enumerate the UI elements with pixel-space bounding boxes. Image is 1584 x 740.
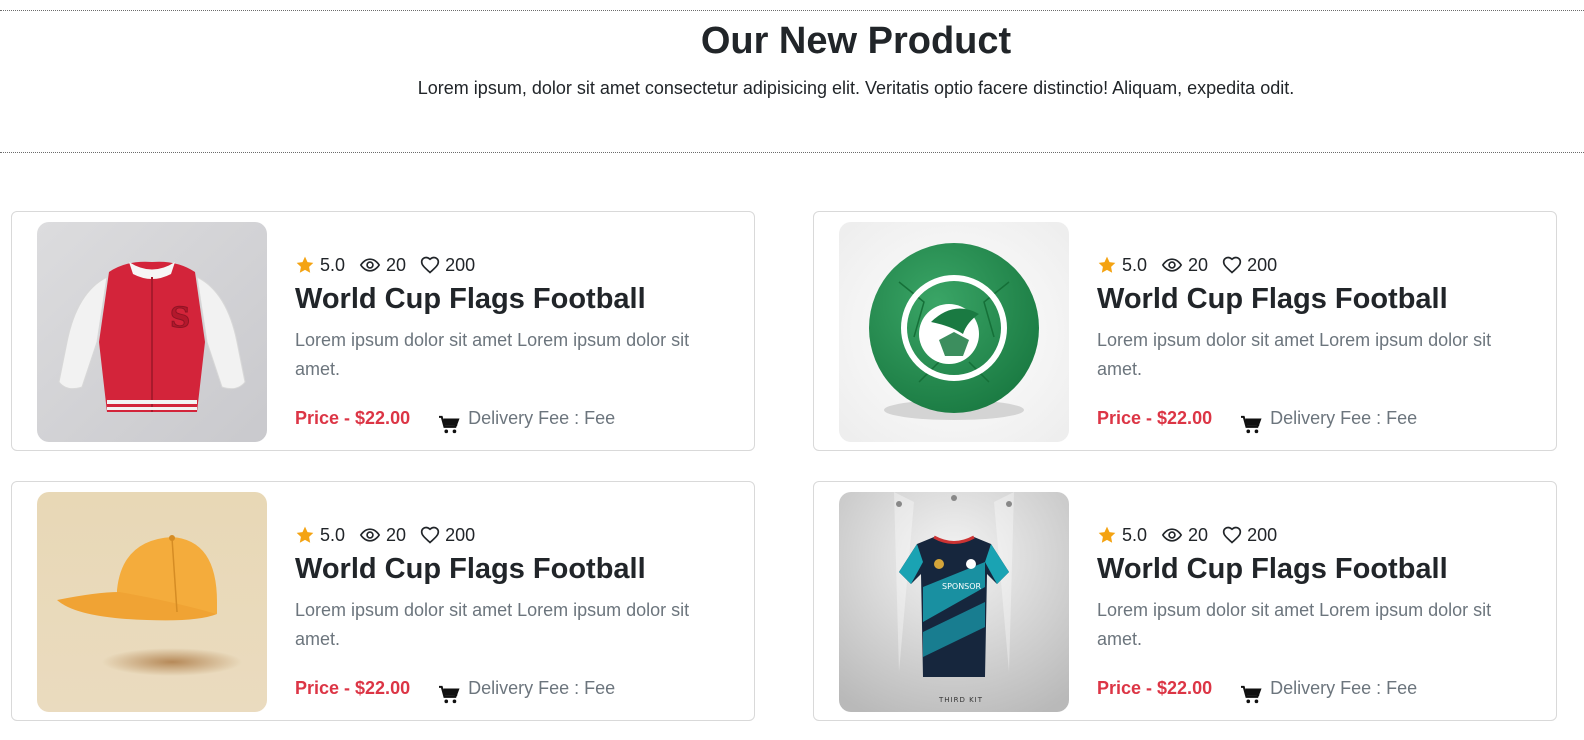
star-icon	[1098, 256, 1116, 273]
svg-text:SPONSOR: SPONSOR	[942, 582, 982, 591]
likes-stat[interactable]: 200	[420, 255, 475, 276]
eye-icon	[359, 528, 381, 542]
product-title[interactable]: World Cup Flags Football	[295, 551, 735, 587]
cart-icon[interactable]	[1240, 415, 1262, 435]
views-stat: 20	[359, 525, 406, 546]
product-title[interactable]: World Cup Flags Football	[1097, 551, 1537, 587]
views-stat: 20	[1161, 255, 1208, 276]
product-image-cap[interactable]	[37, 492, 267, 712]
price-row: Price - $22.00 Delivery Fee : Fee	[1097, 401, 1537, 435]
rating-value: 5.0	[1122, 254, 1148, 275]
product-content: 5.0 20 200 World Cup Flags Football Lore…	[295, 251, 735, 435]
product-card[interactable]: S 5.0 20 200 World Cup Flags Football Lo	[11, 211, 755, 451]
delivery-fee: Delivery Fee : Fee	[468, 407, 616, 428]
eye-icon	[1161, 258, 1183, 272]
product-title[interactable]: World Cup Flags Football	[295, 281, 735, 317]
views-stat: 20	[1161, 525, 1208, 546]
product-title[interactable]: World Cup Flags Football	[1097, 281, 1537, 317]
product-stats: 5.0 20 200	[1097, 251, 1537, 279]
product-stats: 5.0 20 200	[295, 521, 735, 549]
likes-value: 200	[1247, 254, 1278, 275]
delivery-fee: Delivery Fee : Fee	[1270, 677, 1418, 698]
likes-stat[interactable]: 200	[420, 525, 475, 546]
views-value: 20	[1188, 524, 1209, 545]
views-value: 20	[386, 524, 407, 545]
svg-text:S: S	[170, 301, 190, 334]
product-description: Lorem ipsum dolor sit amet Lorem ipsum d…	[1097, 330, 1492, 379]
product-description: Lorem ipsum dolor sit amet Lorem ipsum d…	[295, 600, 690, 649]
section-subtitle: Lorem ipsum, dolor sit amet consectetur …	[417, 78, 1295, 98]
product-content: 5.0 20 200 World Cup Flags Football Lore…	[1097, 251, 1537, 435]
likes-stat[interactable]: 200	[1222, 255, 1277, 276]
price-row: Price - $22.00 Delivery Fee : Fee	[295, 401, 735, 435]
views-value: 20	[1188, 254, 1209, 275]
price-row: Price - $22.00 Delivery Fee : Fee	[1097, 671, 1537, 705]
product-content: 5.0 20 200 World Cup Flags Football Lore…	[295, 521, 735, 705]
product-price: Price - $22.00	[1097, 407, 1213, 428]
product-card[interactable]: 5.0 20 200 World Cup Flags Football Lore…	[813, 211, 1557, 451]
page: Our New Product Lorem ipsum, dolor sit a…	[0, 0, 1584, 740]
views-value: 20	[386, 254, 407, 275]
heart-icon[interactable]	[420, 255, 440, 275]
product-image-football[interactable]	[839, 222, 1069, 442]
heart-icon[interactable]	[420, 525, 440, 545]
likes-value: 200	[1247, 524, 1278, 545]
product-card[interactable]: 5.0 20 200 World Cup Flags Football Lore…	[11, 481, 755, 721]
eye-icon	[359, 258, 381, 272]
delivery-info: Delivery Fee : Fee	[1240, 401, 1417, 435]
delivery-info: Delivery Fee : Fee	[1240, 671, 1417, 705]
star-icon	[296, 526, 314, 543]
rating-stat: 5.0	[1097, 255, 1147, 276]
product-image-jersey[interactable]: SPONSOR THIRD KIT	[839, 492, 1069, 712]
rating-value: 5.0	[320, 524, 346, 545]
product-description: Lorem ipsum dolor sit amet Lorem ipsum d…	[295, 330, 690, 379]
eye-icon	[1161, 528, 1183, 542]
rating-stat: 5.0	[295, 255, 345, 276]
rating-stat: 5.0	[1097, 525, 1147, 546]
product-price: Price - $22.00	[295, 677, 411, 698]
rating-stat: 5.0	[295, 525, 345, 546]
likes-value: 200	[445, 524, 476, 545]
jersey-label: THIRD KIT	[938, 696, 983, 704]
likes-value: 200	[445, 254, 476, 275]
section-title: Our New Product	[700, 20, 1012, 62]
price-row: Price - $22.00 Delivery Fee : Fee	[295, 671, 735, 705]
product-price: Price - $22.00	[295, 407, 411, 428]
product-card[interactable]: SPONSOR THIRD KIT 5.0 20 200 World Cup F…	[813, 481, 1557, 721]
star-icon	[1098, 526, 1116, 543]
product-stats: 5.0 20 200	[295, 251, 735, 279]
cart-icon[interactable]	[1240, 685, 1262, 705]
heart-icon[interactable]	[1222, 255, 1242, 275]
star-icon	[296, 256, 314, 273]
cart-icon[interactable]	[438, 685, 460, 705]
delivery-fee: Delivery Fee : Fee	[468, 677, 616, 698]
cart-icon[interactable]	[438, 415, 460, 435]
product-description: Lorem ipsum dolor sit amet Lorem ipsum d…	[1097, 600, 1492, 649]
heart-icon[interactable]	[1222, 525, 1242, 545]
delivery-info: Delivery Fee : Fee	[438, 671, 615, 705]
product-stats: 5.0 20 200	[1097, 521, 1537, 549]
likes-stat[interactable]: 200	[1222, 525, 1277, 546]
product-price: Price - $22.00	[1097, 677, 1213, 698]
product-content: 5.0 20 200 World Cup Flags Football Lore…	[1097, 521, 1537, 705]
rating-value: 5.0	[320, 254, 346, 275]
views-stat: 20	[359, 255, 406, 276]
delivery-info: Delivery Fee : Fee	[438, 401, 615, 435]
product-image-jacket[interactable]: S	[37, 222, 267, 442]
rating-value: 5.0	[1122, 524, 1148, 545]
delivery-fee: Delivery Fee : Fee	[1270, 407, 1418, 428]
